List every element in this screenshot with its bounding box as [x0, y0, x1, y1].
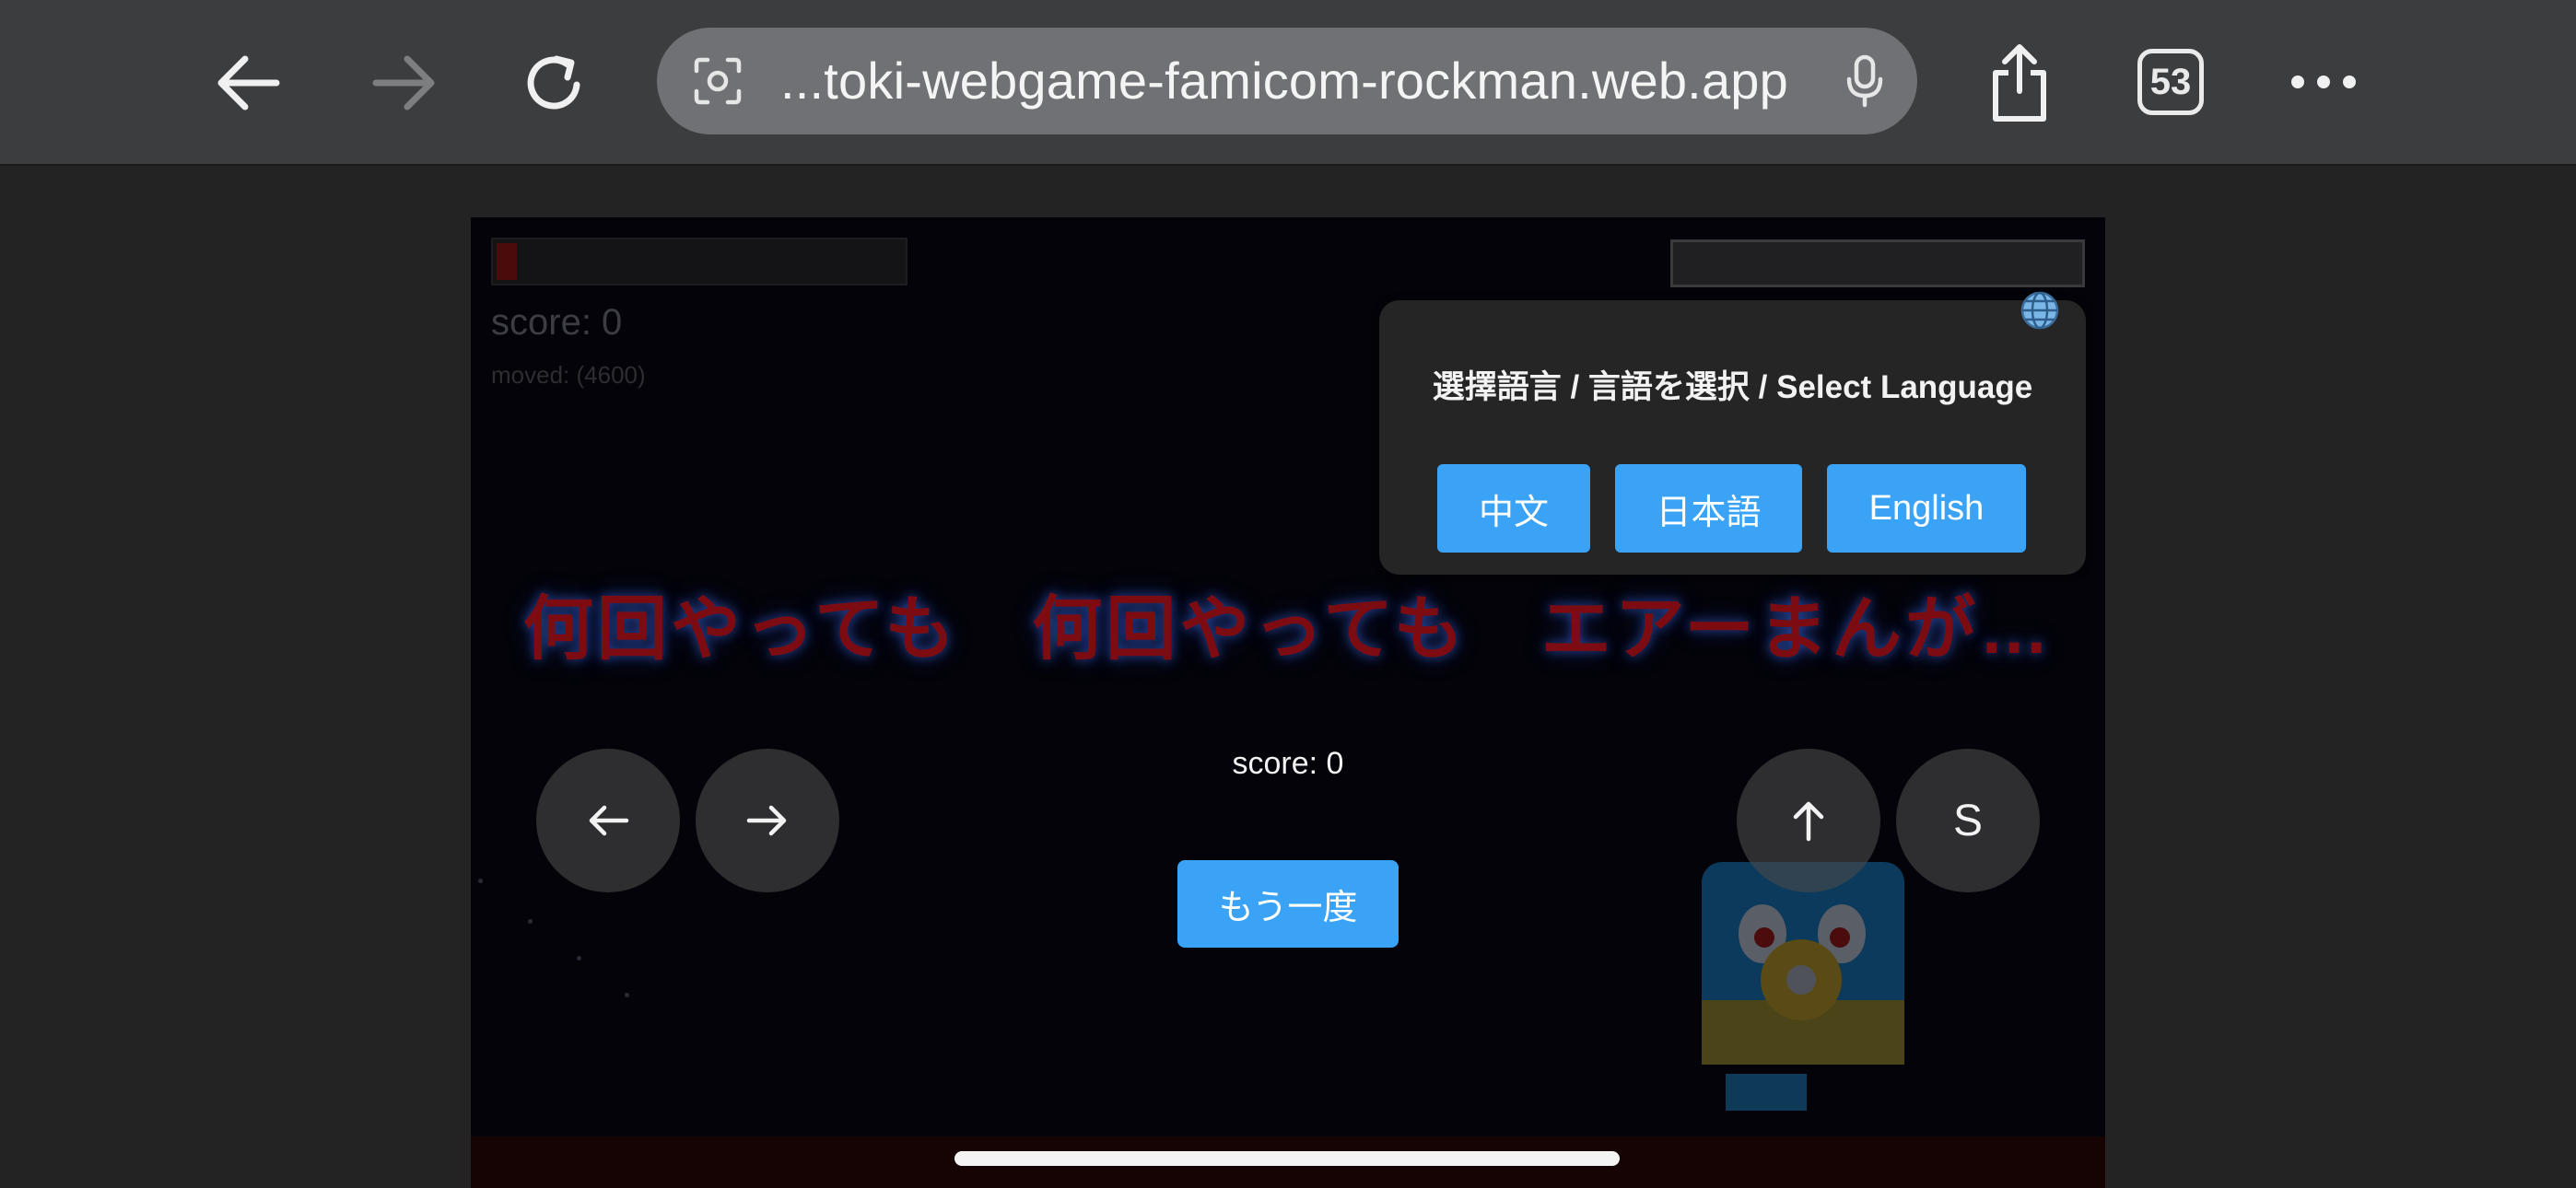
address-bar[interactable]: ...toki-webgame-famicom-rockman.web.app	[657, 28, 1917, 134]
forward-arrow-icon	[372, 55, 435, 111]
share-icon	[1993, 44, 2046, 122]
forward-button[interactable]	[365, 44, 442, 122]
tab-switcher-button[interactable]: 53	[2137, 49, 2204, 115]
right-arrow-icon	[746, 805, 787, 836]
reload-button[interactable]	[516, 44, 593, 122]
reload-icon	[527, 55, 580, 110]
debris-dot	[577, 956, 581, 961]
jump-button[interactable]	[1737, 749, 1880, 892]
boss-hp-bar	[1670, 239, 2085, 287]
up-arrow-icon	[1793, 801, 1824, 842]
more-button[interactable]	[2287, 63, 2360, 101]
retry-button[interactable]: もう一度	[1177, 860, 1399, 948]
debris-dot	[625, 993, 629, 997]
back-arrow-icon	[217, 55, 280, 111]
player-hp-bar	[491, 238, 907, 285]
shoot-button[interactable]: S	[1896, 749, 2040, 892]
lens-camera-icon	[694, 57, 742, 105]
language-english-button[interactable]: English	[1827, 464, 2026, 553]
lens-button[interactable]	[690, 53, 745, 109]
language-japanese-button[interactable]: 日本語	[1615, 464, 1802, 553]
move-right-button[interactable]	[696, 749, 839, 892]
globe-icon[interactable]	[2019, 289, 2061, 332]
microphone-icon	[1846, 54, 1883, 108]
language-chinese-button[interactable]: 中文	[1437, 464, 1590, 553]
back-button[interactable]	[210, 44, 287, 122]
mic-button[interactable]	[1842, 53, 1888, 109]
move-left-button[interactable]	[536, 749, 680, 892]
hud-moved: moved: (4600)	[491, 361, 646, 389]
url-text[interactable]: ...toki-webgame-famicom-rockman.web.app	[780, 28, 1788, 134]
share-button[interactable]	[1983, 41, 2056, 125]
debris-dot	[528, 919, 533, 924]
browser-toolbar: ...toki-webgame-famicom-rockman.web.app …	[0, 0, 2576, 166]
debris-dot	[478, 879, 483, 883]
game-over-message: 何回やっても 何回やっても エアーまんが…	[522, 590, 2054, 669]
left-arrow-icon	[589, 805, 629, 836]
hud-score: score: 0	[491, 302, 623, 343]
airman-boss-sprite	[1702, 862, 1904, 1111]
language-popup-title: 選擇語言 / 言語を選択 / Select Language	[1432, 369, 2033, 405]
home-indicator[interactable]	[954, 1151, 1620, 1166]
player-hp-fill	[497, 243, 517, 280]
language-popup: 選擇語言 / 言語を選択 / Select Language 中文 日本語 En…	[1379, 291, 2086, 575]
more-dots-icon	[2291, 76, 2356, 88]
